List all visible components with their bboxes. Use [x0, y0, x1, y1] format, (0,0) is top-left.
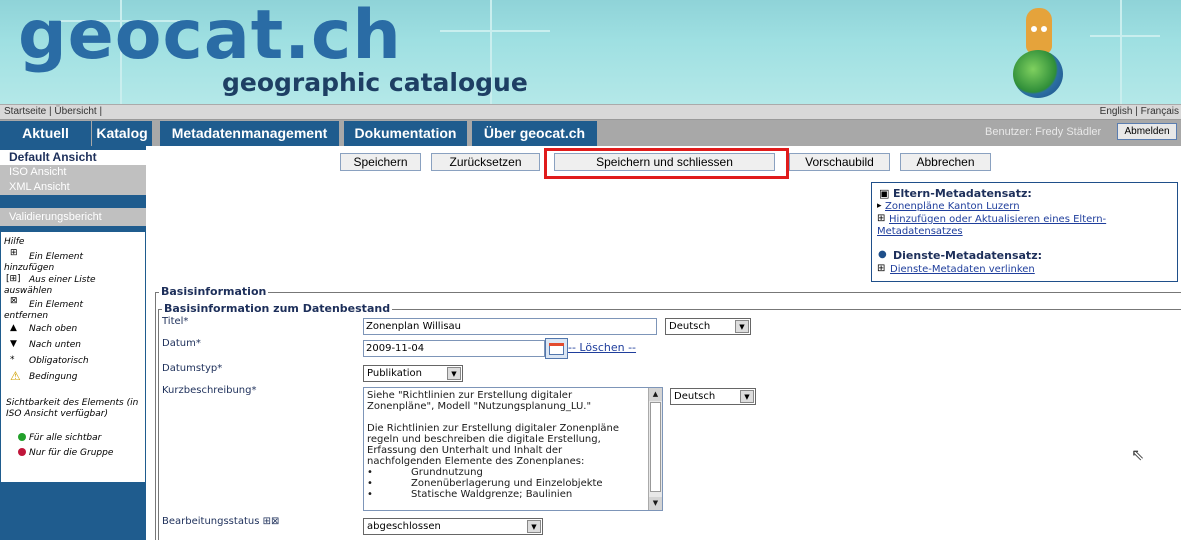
remove-status-icon[interactable]: ⊠ — [271, 516, 279, 527]
nav-metadatenmanagement[interactable]: Metadatenmanagement — [160, 121, 339, 146]
service-title: Dienste-Metadatensatz: — [893, 249, 1042, 262]
textarea-scrollbar[interactable]: ▲ ▼ — [648, 388, 662, 510]
add-update-parent-link[interactable]: Hinzufügen oder Aktualisieren eines Elte… — [877, 214, 1172, 238]
preview-button[interactable]: Vorschaubild — [789, 153, 890, 171]
highlight-box — [544, 148, 789, 179]
move-up-icon: ▲ — [10, 323, 17, 333]
link-home[interactable]: Startseite — [4, 106, 46, 117]
reset-button[interactable]: Zurücksetzen — [431, 153, 540, 171]
section-title: Basisinformation — [159, 285, 269, 298]
logout-button[interactable]: Abmelden — [1117, 123, 1177, 140]
header-banner: geocat.ch geographic catalogue — [0, 0, 1181, 104]
chevron-down-icon: ▼ — [740, 390, 754, 403]
validation-report-link[interactable]: Validierungsbericht — [0, 208, 146, 226]
nav-katalog[interactable]: Katalog — [92, 121, 152, 146]
remove-element-icon: ⊠ — [10, 296, 18, 306]
user-label: Benutzer: Fredy Städler — [985, 126, 1102, 138]
link-francais[interactable]: Français — [1141, 106, 1179, 117]
link-overview[interactable]: Übersicht — [54, 106, 96, 117]
add-element-icon: ⊞ — [10, 248, 18, 258]
abstract-language-select[interactable]: Deutsch ▼ — [670, 388, 756, 405]
service-globe-icon: ● — [878, 249, 887, 260]
parent-title: Eltern-Metadatensatz: — [893, 187, 1032, 200]
logo-subtitle: geographic catalogue — [222, 68, 528, 97]
date-label: Datum* — [162, 338, 201, 349]
datetype-select[interactable]: Publikation ▼ — [363, 365, 463, 382]
add-service-icon: ⊞ — [877, 263, 886, 274]
nav-ueber[interactable]: Über geocat.ch — [472, 121, 597, 146]
mascot-cat-icon — [1026, 8, 1052, 54]
link-service-metadata[interactable]: Dienste-Metadaten verlinken — [890, 264, 1035, 275]
related-metadata-panel: ▣ Eltern-Metadatensatz: ▸ Zonenpläne Kan… — [871, 182, 1178, 282]
chevron-down-icon: ▼ — [527, 520, 541, 533]
save-button[interactable]: Speichern — [340, 153, 421, 171]
title-label: Titel* — [162, 316, 189, 327]
visible-all-dot-icon — [18, 433, 26, 441]
main-nav: Aktuell Katalog Metadatenmanagement Doku… — [0, 120, 1181, 146]
sidebar: Default Ansicht ISO Ansicht XML Ansicht … — [0, 146, 146, 540]
view-default[interactable]: Default Ansicht — [0, 150, 146, 165]
top-links-bar: Startseite | Übersicht | English | Franç… — [0, 104, 1181, 120]
select-from-list-icon: [⊞] — [6, 274, 21, 284]
status-label: Bearbeitungsstatus ⊞⊠ — [162, 516, 280, 527]
mandatory-icon: * — [10, 355, 15, 365]
title-input[interactable]: Zonenplan Willisau — [363, 318, 657, 335]
abstract-label: Kurzbeschreibung* — [162, 385, 257, 396]
datetype-label: Datumstyp* — [162, 363, 223, 374]
mouse-cursor-icon: ⇖ — [1131, 445, 1145, 464]
chevron-down-icon: ▼ — [447, 367, 461, 380]
help-legend: Hilfe ⊞ Ein Element hinzufügen [⊞] Aus e… — [1, 232, 145, 482]
group-only-dot-icon — [18, 448, 26, 456]
date-delete-link[interactable]: -- Löschen -- — [568, 341, 636, 354]
parent-metadata-icon: ▣ — [879, 187, 890, 200]
link-english[interactable]: English — [1100, 106, 1133, 117]
nav-dokumentation[interactable]: Dokumentation — [344, 121, 467, 146]
chevron-down-icon: ▼ — [735, 320, 749, 333]
status-select[interactable]: abgeschlossen ▼ — [363, 518, 543, 535]
calendar-icon[interactable] — [545, 338, 568, 359]
globe-icon — [1013, 50, 1063, 98]
cancel-button[interactable]: Abbrechen — [900, 153, 991, 171]
abstract-textarea[interactable]: Siehe "Richtlinien zur Erstellung digita… — [363, 387, 663, 511]
subsection-title: Basisinformation zum Datenbestand — [162, 302, 393, 315]
view-xml[interactable]: XML Ansicht — [0, 180, 146, 195]
add-status-icon[interactable]: ⊞ — [263, 516, 271, 527]
parent-link[interactable]: Zonenpläne Kanton Luzern — [885, 201, 1020, 212]
warning-icon: ⚠ — [10, 369, 21, 383]
scroll-up-icon[interactable]: ▲ — [649, 388, 662, 401]
view-iso[interactable]: ISO Ansicht — [0, 165, 146, 180]
nav-aktuell[interactable]: Aktuell — [0, 121, 91, 146]
move-down-icon: ▼ — [10, 339, 17, 349]
dataset-info-fieldset — [158, 309, 1181, 540]
title-language-select[interactable]: Deutsch ▼ — [665, 318, 751, 335]
scroll-down-icon[interactable]: ▼ — [649, 497, 662, 510]
date-input[interactable]: 2009-11-04 — [363, 340, 545, 357]
logo: geocat.ch — [18, 0, 402, 75]
